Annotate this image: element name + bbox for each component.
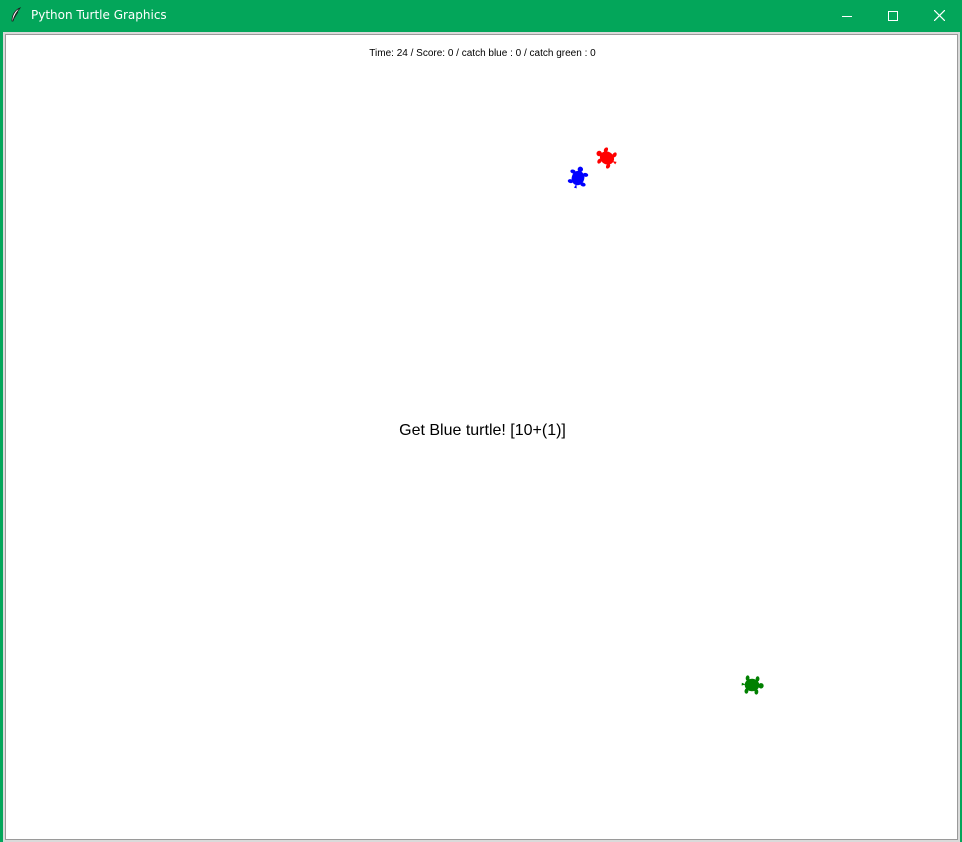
status-text: Time: 24 / Score: 0 / catch blue : 0 / c… [369, 48, 596, 59]
window-title: Python Turtle Graphics [31, 8, 167, 22]
close-button[interactable] [916, 0, 962, 31]
blue-turtle-icon[interactable] [565, 165, 591, 191]
maximize-button[interactable] [870, 0, 916, 31]
red-turtle-icon[interactable] [594, 145, 620, 171]
green-turtle-icon[interactable] [739, 672, 765, 698]
maximize-icon [888, 6, 898, 25]
close-icon [933, 6, 945, 25]
title-bar[interactable]: Python Turtle Graphics [0, 0, 962, 31]
turtle-canvas-frame: Time: 24 / Score: 0 / catch blue : 0 / c… [3, 32, 960, 842]
minimize-button[interactable] [824, 0, 870, 31]
feather-icon [9, 7, 23, 23]
app-window: Python Turtle Graphics Time: 24 / Score:… [0, 0, 962, 842]
instruction-message: Get Blue turtle! [10+(1)] [399, 422, 566, 439]
turtle-canvas[interactable]: Time: 24 / Score: 0 / catch blue : 0 / c… [5, 34, 958, 840]
minimize-icon [842, 6, 852, 25]
